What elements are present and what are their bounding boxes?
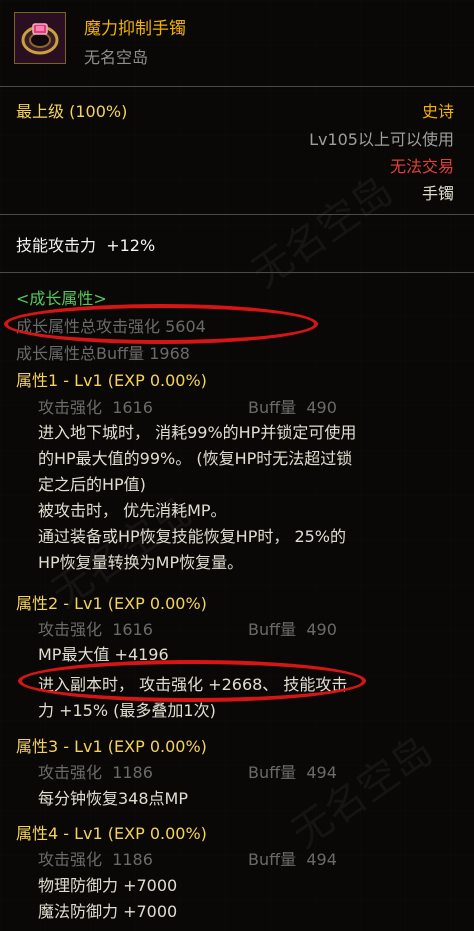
stat-value: 494 [306,850,337,869]
stat-value: 494 [306,763,337,782]
attribute-line: HP恢复量转换为MP恢复量。 [38,553,244,572]
attribute-attack-stat: 攻击强化 1616 [38,394,153,418]
divider [0,86,474,87]
stat-label: 攻击强化 [38,398,103,417]
stat-label: Buff量 [248,850,297,869]
attribute-line: 通过装备或HP恢复技能恢复HP时， 25%的 [38,527,347,546]
item-type: 手镯 [421,184,454,203]
skill-attack-stat: 技能攻击力 +12% [16,232,155,256]
growth-total-buff: 成长属性总Buff量 1968 [16,344,190,363]
stat-label: Buff量 [248,398,297,417]
attribute-buff-stat: Buff量 494 [248,759,337,783]
attribute-buff-stat: Buff量 490 [248,616,337,640]
item-name: 魔力抑制手镯 [84,19,186,39]
item-icon-frame[interactable] [14,12,66,64]
attribute-line: 进入地下城时， 消耗99%的HP并锁定可使用 [38,423,357,442]
stat-value: 1186 [112,763,153,782]
item-tooltip: 无名空岛 无名空岛 无名空岛 魔力抑制手镯 无名空岛 最上级 (100%) 史诗… [0,0,474,931]
stat-label: 攻击强化 [38,850,103,869]
attribute-title: 属性4 - Lv1 (EXP 0.00%) [16,824,207,843]
divider [0,272,474,273]
item-rarity: 史诗 [421,102,454,121]
growth-header: <成长属性> [16,289,107,308]
skill-attack-value: +12% [106,236,156,255]
attribute-title: 属性3 - Lv1 (EXP 0.00%) [16,737,207,756]
watermark: 无名空岛 [243,167,402,298]
attribute-title: 属性2 - Lv1 (EXP 0.00%) [16,594,207,613]
stat-value: 1186 [112,850,153,869]
attribute-line: 定之后的HP值) [38,475,146,494]
stat-value: 490 [306,398,337,417]
attribute-attack-stat: 攻击强化 1186 [38,759,153,783]
attribute-line: 被攻击时， 优先消耗MP。 [38,501,227,520]
attribute-line: 进入副本时， 攻击强化 +2668、 技能攻击 [38,675,348,694]
trade-status: 无法交易 [389,157,454,176]
attribute-line: 力 +15% (最多叠加1次) [38,701,216,720]
attribute-buff-stat: Buff量 490 [248,394,337,418]
attribute-line: 每分钟恢复348点MP [38,789,188,808]
attribute-line: 的HP最大值的99%。 (恢复HP时无法超过锁 [38,449,353,468]
item-source: 无名空岛 [84,48,149,67]
attribute-attack-stat: 攻击强化 1186 [38,846,153,870]
attribute-line: MP最大值 +4196 [38,645,169,664]
skill-attack-label: 技能攻击力 [16,236,97,255]
stat-label: Buff量 [248,763,297,782]
stat-value: 1616 [112,620,153,639]
growth-total-attack: 成长属性总攻击强化 5604 [16,317,206,336]
attribute-attack-stat: 攻击强化 1616 [38,616,153,640]
attribute-line: 魔法防御力 +7000 [38,902,178,921]
item-grade: 最上级 (100%) [16,102,128,121]
attribute-buff-stat: Buff量 494 [248,846,337,870]
stat-value: 490 [306,620,337,639]
attribute-line: 物理防御力 +7000 [38,876,178,895]
stat-label: 攻击强化 [38,620,103,639]
bracelet-icon [14,12,66,64]
level-requirement: Lv105以上可以使用 [309,130,454,149]
watermark: 无名空岛 [283,727,442,858]
divider [0,214,474,215]
stat-label: Buff量 [248,620,297,639]
attribute-title: 属性1 - Lv1 (EXP 0.00%) [16,371,207,390]
stat-label: 攻击强化 [38,763,103,782]
stat-value: 1616 [112,398,153,417]
